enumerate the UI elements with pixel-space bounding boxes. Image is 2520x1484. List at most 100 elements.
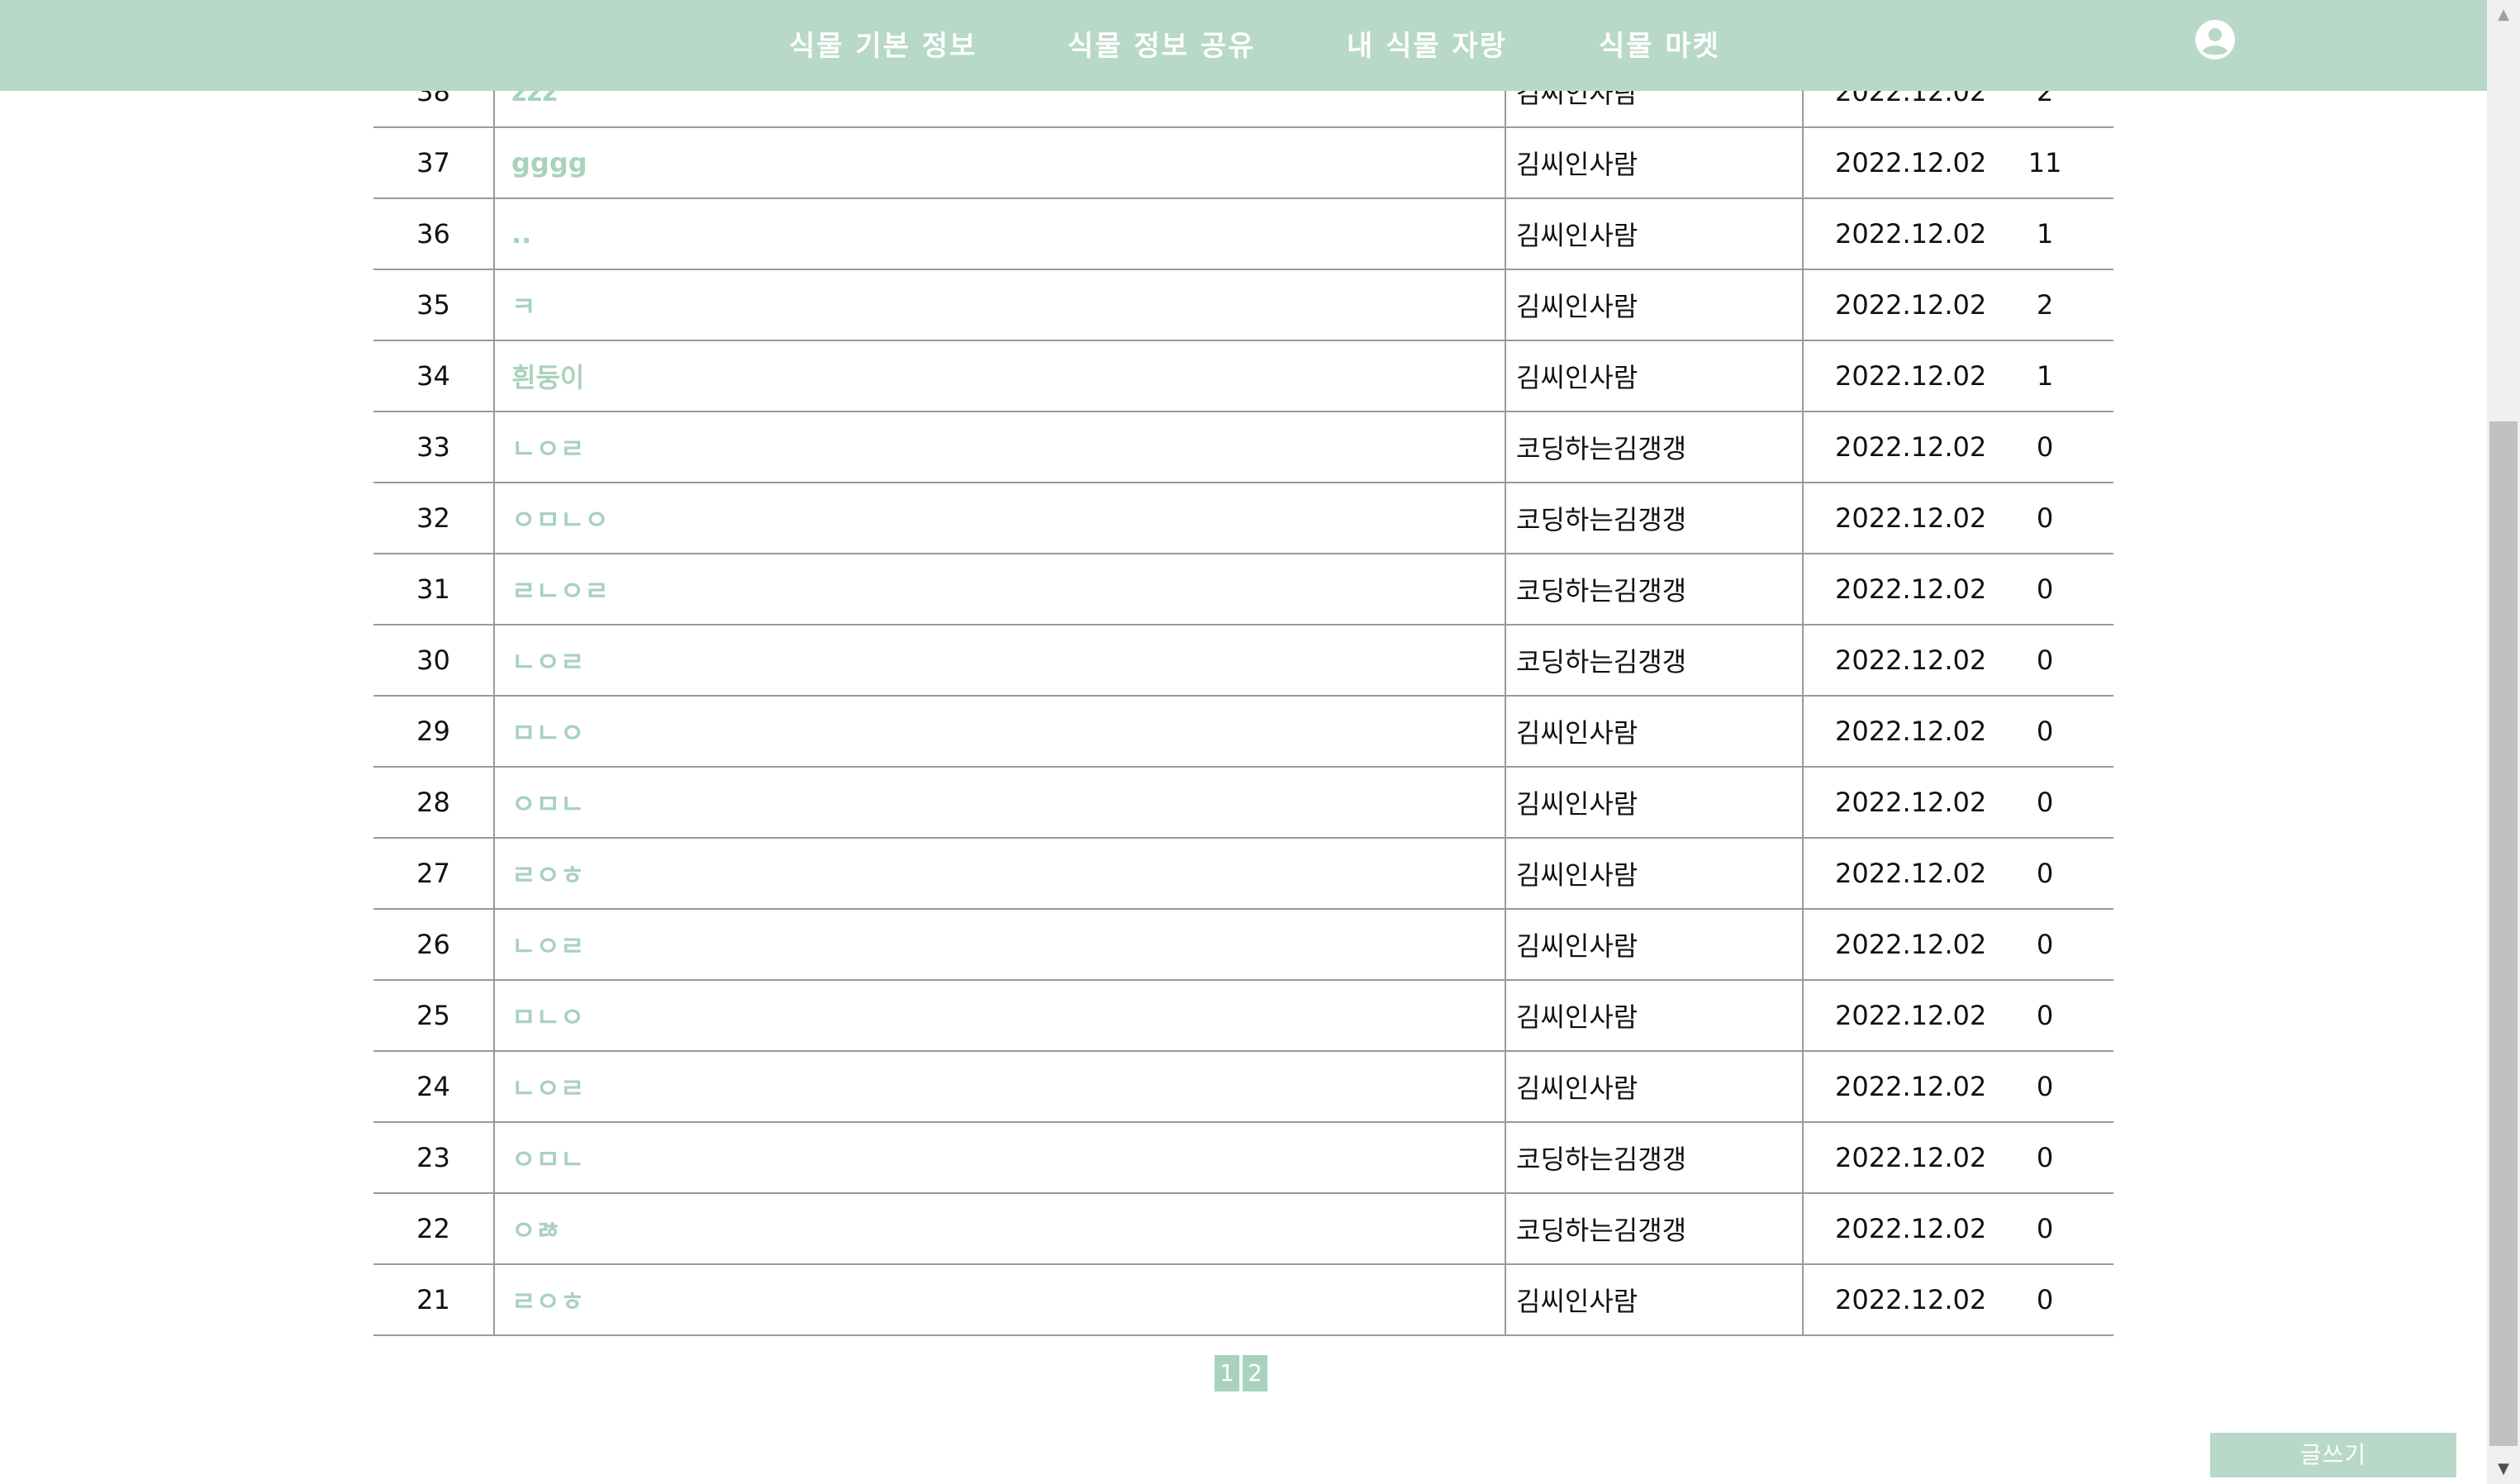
scroll-down-arrow-icon[interactable]: ▼ (2487, 1454, 2520, 1484)
post-title-link[interactable]: ㄹㄴㅇㄹ (494, 554, 1506, 625)
post-title-link[interactable]: ㅁㄴㅇ (494, 980, 1506, 1052)
post-number: 22 (373, 1193, 495, 1265)
post-title-link[interactable]: ㅋ (494, 269, 1506, 341)
post-list-table: 38 zzz 김씨인사람 2022.12.02 2 37 gggg 김씨인사람 2022.12.… (373, 57, 2113, 1336)
post-title-link[interactable]: ㅇㅀ (494, 1193, 1506, 1265)
post-title-link[interactable]: ㄴㅇㄹ (494, 1051, 1506, 1123)
post-author: 김씨인사람 (1505, 340, 1804, 412)
user-circle-icon[interactable] (2194, 19, 2236, 60)
post-date: 2022.12.02 (1803, 1122, 1993, 1194)
post-number: 24 (373, 1051, 495, 1123)
post-date: 2022.12.02 (1803, 838, 1993, 910)
post-number: 23 (373, 1122, 495, 1194)
post-author: 코딩하는김갱갱 (1505, 411, 1804, 483)
post-date: 2022.12.02 (1803, 411, 1993, 483)
post-number: 26 (373, 909, 495, 981)
post-views: 0 (1993, 696, 2113, 768)
table-row[interactable]: 37 gggg 김씨인사람 2022.12.02 11 (373, 127, 2113, 199)
post-views: 0 (1993, 767, 2113, 839)
post-views: 0 (1993, 1193, 2113, 1265)
table-row[interactable]: 27 ㄹㅇㅎ 김씨인사람 2022.12.02 0 (373, 838, 2113, 910)
post-date: 2022.12.02 (1803, 1193, 1993, 1265)
post-title-link[interactable]: ㄹㅇㅎ (494, 1264, 1506, 1336)
post-views: 0 (1993, 1122, 2113, 1194)
post-title-link[interactable]: .. (494, 198, 1506, 270)
post-views: 0 (1993, 1051, 2113, 1123)
post-number: 28 (373, 767, 495, 839)
post-number: 25 (373, 980, 495, 1052)
post-date: 2022.12.02 (1803, 340, 1993, 412)
table-row[interactable]: 28 ㅇㅁㄴ 김씨인사람 2022.12.02 0 (373, 767, 2113, 839)
post-views: 11 (1993, 127, 2113, 199)
post-views: 0 (1993, 411, 2113, 483)
nav-item-my-plant-showcase[interactable]: 내 식물 자랑 (1347, 23, 1507, 64)
nav-item-plant-basic-info[interactable]: 식물 기본 정보 (789, 23, 977, 64)
post-title-link[interactable]: ㅇㅁㄴㅇ (494, 483, 1506, 554)
post-title-link[interactable]: ㄴㅇㄹ (494, 411, 1506, 483)
post-author: 김씨인사람 (1505, 1264, 1804, 1336)
vertical-scrollbar[interactable]: ▲ ▼ (2487, 0, 2520, 1484)
post-date: 2022.12.02 (1803, 625, 1993, 697)
post-number: 21 (373, 1264, 495, 1336)
post-views: 0 (1993, 483, 2113, 554)
table-row[interactable]: 29 ㅁㄴㅇ 김씨인사람 2022.12.02 0 (373, 696, 2113, 768)
scrollbar-thumb[interactable] (2489, 421, 2518, 1446)
table-row[interactable]: 32 ㅇㅁㄴㅇ 코딩하는김갱갱 2022.12.02 0 (373, 483, 2113, 554)
post-date: 2022.12.02 (1803, 483, 1993, 554)
post-number: 27 (373, 838, 495, 910)
write-post-button[interactable]: 글쓰기 (2210, 1433, 2456, 1477)
table-row[interactable]: 25 ㅁㄴㅇ 김씨인사람 2022.12.02 0 (373, 980, 2113, 1052)
table-row[interactable]: 33 ㄴㅇㄹ 코딩하는김갱갱 2022.12.02 0 (373, 411, 2113, 483)
post-author: 김씨인사람 (1505, 1051, 1804, 1123)
table-row[interactable]: 30 ㄴㅇㄹ 코딩하는김갱갱 2022.12.02 0 (373, 625, 2113, 697)
post-title-link[interactable]: ㄴㅇㄹ (494, 625, 1506, 697)
post-date: 2022.12.02 (1803, 909, 1993, 981)
nav-item-plant-market[interactable]: 식물 마켓 (1599, 23, 1720, 64)
pagination: 12 (1215, 1355, 1271, 1391)
post-views: 0 (1993, 909, 2113, 981)
table-row[interactable]: 35 ㅋ 김씨인사람 2022.12.02 2 (373, 269, 2113, 341)
table-row[interactable]: 24 ㄴㅇㄹ 김씨인사람 2022.12.02 0 (373, 1051, 2113, 1123)
post-author: 코딩하는김갱갱 (1505, 483, 1804, 554)
post-number: 31 (373, 554, 495, 625)
post-title-link[interactable]: ㅁㄴㅇ (494, 696, 1506, 768)
table-row[interactable]: 22 ㅇㅀ 코딩하는김갱갱 2022.12.02 0 (373, 1193, 2113, 1265)
table-row[interactable]: 26 ㄴㅇㄹ 김씨인사람 2022.12.02 0 (373, 909, 2113, 981)
scroll-up-arrow-icon[interactable]: ▲ (2487, 0, 2520, 30)
post-title-link[interactable]: gggg (494, 127, 1506, 199)
post-title-link[interactable]: ㅇㅁㄴ (494, 1122, 1506, 1194)
post-author: 김씨인사람 (1505, 269, 1804, 341)
post-date: 2022.12.02 (1803, 1051, 1993, 1123)
post-number: 36 (373, 198, 495, 270)
post-views: 0 (1993, 1264, 2113, 1336)
table-row[interactable]: 31 ㄹㄴㅇㄹ 코딩하는김갱갱 2022.12.02 0 (373, 554, 2113, 625)
page-button-2[interactable]: 2 (1243, 1355, 1267, 1391)
post-date: 2022.12.02 (1803, 1264, 1993, 1336)
post-date: 2022.12.02 (1803, 696, 1993, 768)
post-author: 김씨인사람 (1505, 696, 1804, 768)
post-title-link[interactable]: 흰둥이 (494, 340, 1506, 412)
post-date: 2022.12.02 (1803, 980, 1993, 1052)
post-author: 김씨인사람 (1505, 767, 1804, 839)
post-number: 32 (373, 483, 495, 554)
table-row[interactable]: 36.. 김씨인사람 2022.12.02 1 (373, 198, 2113, 270)
post-title-link[interactable]: ㄴㅇㄹ (494, 909, 1506, 981)
page-button-1[interactable]: 1 (1215, 1355, 1239, 1391)
post-title-link[interactable]: ㄹㅇㅎ (494, 838, 1506, 910)
post-author: 코딩하는김갱갱 (1505, 625, 1804, 697)
table-row[interactable]: 21 ㄹㅇㅎ 김씨인사람 2022.12.02 0 (373, 1264, 2113, 1336)
post-title-link[interactable]: ㅇㅁㄴ (494, 767, 1506, 839)
post-author: 김씨인사람 (1505, 838, 1804, 910)
post-date: 2022.12.02 (1803, 198, 1993, 270)
nav-item-plant-info-share[interactable]: 식물 정보 공유 (1067, 23, 1255, 64)
post-number: 29 (373, 696, 495, 768)
post-author: 김씨인사람 (1505, 980, 1804, 1052)
table-row[interactable]: 23 ㅇㅁㄴ 코딩하는김갱갱 2022.12.02 0 (373, 1122, 2113, 1194)
post-author: 코딩하는김갱갱 (1505, 554, 1804, 625)
post-number: 37 (373, 127, 495, 199)
post-number: 35 (373, 269, 495, 341)
table-row[interactable]: 34 흰둥이 김씨인사람 2022.12.02 1 (373, 340, 2113, 412)
post-views: 0 (1993, 625, 2113, 697)
post-views: 0 (1993, 980, 2113, 1052)
post-views: 1 (1993, 198, 2113, 270)
